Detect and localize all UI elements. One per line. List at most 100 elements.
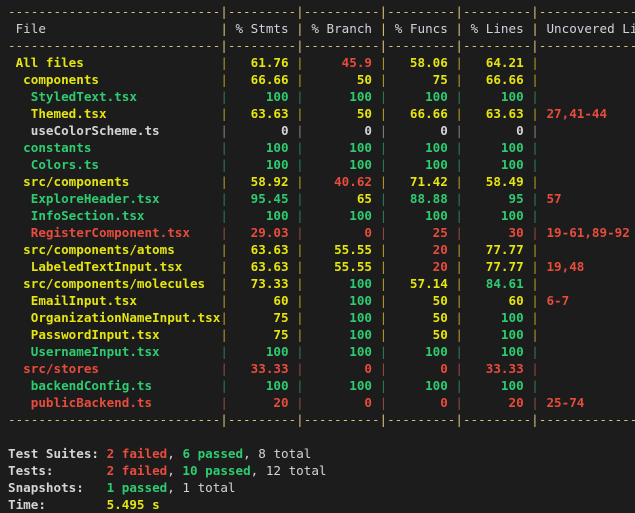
cell-branch: 50 [303, 106, 380, 121]
cell-stmts: 63.63 [227, 242, 297, 257]
cell-stmts: 61.76 [227, 55, 297, 70]
table-row[interactable]: LabeledTextInput.tsx | 63.63 | 55.55 | 2… [8, 258, 635, 275]
column-divider: | [220, 208, 228, 223]
column-divider: | [455, 174, 464, 189]
table-row[interactable]: src/components/molecules | 73.33 | 100 |… [8, 275, 635, 292]
cell-stmts: 100 [227, 208, 297, 223]
cell-file: PasswordInput.tsx [8, 327, 221, 342]
cell-uncovered: 19,48 [538, 259, 585, 274]
cell-uncovered [539, 208, 547, 223]
cell-stmts: 63.63 [227, 106, 297, 121]
column-divider: | [455, 21, 464, 36]
cell-file: LabeledTextInput.tsx [8, 259, 221, 274]
column-divider: | [220, 395, 228, 410]
cell-lines: 95 [463, 191, 532, 206]
table-row[interactable]: StyledText.tsx | 100 | 100 | 100 | 100 | [8, 88, 635, 105]
table-row[interactable]: Themed.tsx | 63.63 | 50 | 66.66 | 63.63 … [8, 105, 635, 122]
column-divider: | [531, 140, 539, 155]
separator-text: ----------------------------|---------|-… [8, 412, 635, 427]
column-divider: | [220, 361, 228, 376]
cell-file: src/components [8, 174, 221, 189]
summary-part: 2 failed [106, 463, 168, 478]
column-divider: | [455, 89, 464, 104]
cell-uncovered [539, 242, 547, 257]
column-divider: | [455, 395, 464, 410]
summary-part: , [167, 446, 183, 461]
summary-part: , [167, 463, 183, 478]
cell-funcs: 71.42 [387, 174, 456, 189]
column-divider: | [220, 174, 228, 189]
table-row[interactable]: publicBackend.ts | 20 | 0 | 0 | 20 | 25-… [8, 394, 635, 411]
column-divider: | [455, 259, 464, 274]
table-row[interactable]: constants | 100 | 100 | 100 | 100 | [8, 139, 635, 156]
cell-lines: 30 [463, 225, 532, 240]
cell-file: Themed.tsx [8, 106, 221, 121]
table-row[interactable]: UsernameInput.tsx | 100 | 100 | 100 | 10… [8, 343, 635, 360]
column-divider: | [531, 242, 539, 257]
cell-stmts: 100 [227, 157, 297, 172]
cell-uncovered: 57 [538, 191, 562, 206]
column-divider: | [531, 208, 539, 223]
column-header-uncovered: Uncovered Line #s [546, 21, 635, 36]
table-row[interactable]: src/components/atoms | 63.63 | 55.55 | 2… [8, 241, 635, 258]
table-row[interactable]: src/components | 58.92 | 40.62 | 71.42 |… [8, 173, 635, 190]
cell-file: ExploreHeader.tsx [8, 191, 221, 206]
column-divider: | [531, 72, 539, 87]
cell-branch: 100 [303, 89, 380, 104]
cell-funcs: 100 [387, 378, 456, 393]
table-row[interactable]: components | 66.66 | 50 | 75 | 66.66 | [8, 71, 635, 88]
column-divider: | [296, 361, 304, 376]
cell-branch: 100 [303, 208, 380, 223]
cell-funcs: 57.14 [387, 276, 456, 291]
cell-stmts: 0 [227, 123, 297, 138]
cell-branch: 100 [303, 276, 380, 291]
column-divider: | [296, 208, 304, 223]
table-row[interactable]: useColorScheme.ts | 0 | 0 | 0 | 0 | [8, 122, 635, 139]
cell-funcs: 25 [387, 225, 456, 240]
cell-lines: 100 [463, 344, 532, 359]
table-row[interactable]: backendConfig.ts | 100 | 100 | 100 | 100… [8, 377, 635, 394]
cell-funcs: 100 [387, 344, 456, 359]
column-divider: | [220, 89, 228, 104]
separator-text: ----------------------------|---------|-… [8, 38, 635, 53]
table-row[interactable]: All files | 61.76 | 45.9 | 58.06 | 64.21… [8, 54, 635, 71]
table-row[interactable]: Colors.ts | 100 | 100 | 100 | 100 | [8, 156, 635, 173]
column-divider: | [296, 89, 304, 104]
column-divider: | [455, 106, 464, 121]
column-divider: | [531, 55, 539, 70]
table-row[interactable]: InfoSection.tsx | 100 | 100 | 100 | 100 … [8, 207, 635, 224]
cell-funcs: 0 [387, 123, 456, 138]
summary-part: 8 total [258, 446, 312, 461]
column-divider: | [220, 242, 228, 257]
table-row[interactable]: src/stores | 33.33 | 0 | 0 | 33.33 | [8, 360, 635, 377]
cell-file: InfoSection.tsx [8, 208, 221, 223]
cell-lines: 84.61 [463, 276, 532, 291]
cell-stmts: 100 [227, 344, 297, 359]
cell-file: constants [8, 140, 221, 155]
cell-uncovered: 25-74 [538, 395, 585, 410]
cell-lines: 0 [463, 123, 532, 138]
column-divider: | [296, 140, 304, 155]
summary-label: Test Suites: [8, 446, 99, 461]
table-row[interactable]: PasswordInput.tsx | 75 | 100 | 50 | 100 … [8, 326, 635, 343]
cell-uncovered: 6-7 [538, 293, 570, 308]
cell-branch: 0 [303, 225, 380, 240]
table-row[interactable]: EmailInput.tsx | 60 | 100 | 50 | 60 | 6-… [8, 292, 635, 309]
summary-gap [54, 463, 107, 478]
column-header-branch: % Branch [303, 21, 380, 36]
column-divider: | [455, 123, 464, 138]
column-divider: | [531, 89, 539, 104]
column-divider: | [531, 310, 539, 325]
cell-lines: 77.77 [463, 259, 532, 274]
cell-uncovered [539, 310, 547, 325]
column-divider: | [531, 344, 539, 359]
summary-gap [46, 497, 107, 512]
cell-uncovered [539, 123, 547, 138]
table-row[interactable]: ExploreHeader.tsx | 95.45 | 65 | 88.88 |… [8, 190, 635, 207]
column-divider: | [220, 225, 228, 240]
table-row[interactable]: OrganizationNameInput.tsx| 75 | 100 | 50… [8, 309, 635, 326]
cell-lines: 100 [463, 140, 532, 155]
cell-file: src/components/atoms [8, 242, 221, 257]
table-row[interactable]: RegisterComponent.tsx | 29.03 | 0 | 25 |… [8, 224, 635, 241]
column-divider: | [296, 344, 304, 359]
